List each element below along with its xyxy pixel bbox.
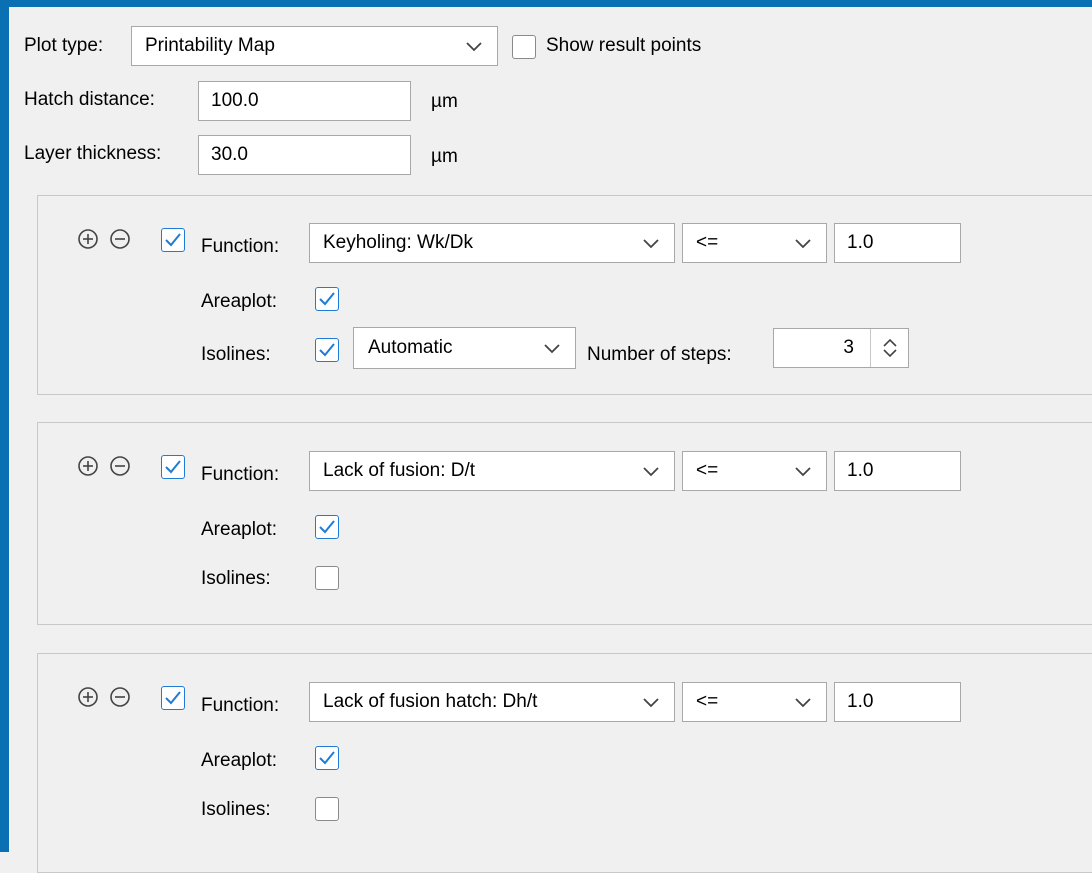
- condition-1-operator-dropdown[interactable]: <=: [682, 223, 827, 263]
- hatch-distance-unit: µm: [431, 91, 458, 112]
- layer-thickness-unit: µm: [431, 146, 458, 167]
- condition-2-enabled-checkbox[interactable]: [161, 455, 185, 479]
- chevron-down-icon: [544, 344, 560, 354]
- layer-thickness-value: 30.0: [211, 144, 248, 165]
- condition-1-value-input[interactable]: 1.0: [834, 223, 961, 263]
- show-result-points-label: Show result points: [546, 35, 702, 56]
- isolines-label: Isolines:: [201, 568, 271, 589]
- plot-type-label: Plot type:: [24, 35, 104, 56]
- condition-1-number-of-steps-value: 3: [843, 337, 854, 358]
- condition-1-isolines-mode-dropdown[interactable]: Automatic: [353, 327, 576, 369]
- condition-3-enabled-checkbox[interactable]: [161, 686, 185, 710]
- condition-1-function-dropdown[interactable]: Keyholing: Wk/Dk: [309, 223, 675, 263]
- condition-1-number-of-steps-spinner[interactable]: 3: [773, 328, 909, 368]
- condition-2-function-dropdown[interactable]: Lack of fusion: D/t: [309, 451, 675, 491]
- hatch-distance-label: Hatch distance:: [24, 89, 155, 110]
- condition-3-operator-dropdown[interactable]: <=: [682, 682, 827, 722]
- chevron-down-icon: [795, 467, 811, 477]
- condition-3-value-input[interactable]: 1.0: [834, 682, 961, 722]
- function-label: Function:: [201, 236, 280, 257]
- condition-1-operator-value: <=: [696, 232, 719, 253]
- checkmark-icon: [165, 460, 181, 474]
- condition-1-value: 1.0: [847, 232, 874, 253]
- condition-2-isolines-checkbox[interactable]: [315, 566, 339, 590]
- areaplot-label: Areaplot:: [201, 291, 278, 312]
- areaplot-label: Areaplot:: [201, 519, 278, 540]
- minus-circle-icon[interactable]: [109, 686, 131, 708]
- isolines-label: Isolines:: [201, 344, 271, 365]
- checkmark-icon: [319, 292, 335, 306]
- hatch-distance-input[interactable]: 100.0: [198, 81, 411, 121]
- condition-2-function-value: Lack of fusion: D/t: [323, 460, 476, 481]
- chevron-down-icon: [466, 42, 482, 52]
- show-result-points-checkbox[interactable]: [512, 35, 536, 59]
- condition-1-areaplot-checkbox[interactable]: [315, 287, 339, 311]
- plot-type-value: Printability Map: [145, 35, 275, 56]
- condition-3-value: 1.0: [847, 691, 874, 712]
- plus-circle-icon[interactable]: [77, 228, 99, 250]
- condition-1-isolines-checkbox[interactable]: [315, 338, 339, 362]
- chevron-down-icon: [795, 239, 811, 249]
- checkmark-icon: [165, 233, 181, 247]
- function-label: Function:: [201, 464, 280, 485]
- condition-3-areaplot-checkbox[interactable]: [315, 746, 339, 770]
- areaplot-label: Areaplot:: [201, 750, 278, 771]
- spinner-buttons[interactable]: [870, 329, 908, 367]
- checkmark-icon: [319, 751, 335, 765]
- up-down-chevron-icon: [883, 338, 897, 358]
- checkmark-icon: [319, 343, 335, 357]
- hatch-distance-value: 100.0: [211, 90, 259, 111]
- minus-circle-icon[interactable]: [109, 228, 131, 250]
- condition-2-operator-value: <=: [696, 460, 719, 481]
- condition-2-value-input[interactable]: 1.0: [834, 451, 961, 491]
- condition-2-operator-dropdown[interactable]: <=: [682, 451, 827, 491]
- plus-circle-icon[interactable]: [77, 686, 99, 708]
- plot-type-dropdown[interactable]: Printability Map: [131, 26, 498, 66]
- chevron-down-icon: [795, 698, 811, 708]
- checkmark-icon: [165, 691, 181, 705]
- condition-3-isolines-checkbox[interactable]: [315, 797, 339, 821]
- condition-1-isolines-mode-value: Automatic: [368, 337, 453, 358]
- condition-1-enabled-checkbox[interactable]: [161, 228, 185, 252]
- window-frame-top: [0, 0, 1092, 7]
- chevron-down-icon: [643, 467, 659, 477]
- number-of-steps-label: Number of steps:: [587, 344, 732, 365]
- condition-3-operator-value: <=: [696, 691, 719, 712]
- function-label: Function:: [201, 695, 280, 716]
- condition-3-function-dropdown[interactable]: Lack of fusion hatch: Dh/t: [309, 682, 675, 722]
- condition-2-areaplot-checkbox[interactable]: [315, 515, 339, 539]
- condition-1-function-value: Keyholing: Wk/Dk: [323, 232, 473, 253]
- minus-circle-icon[interactable]: [109, 455, 131, 477]
- isolines-label: Isolines:: [201, 799, 271, 820]
- condition-3-function-value: Lack of fusion hatch: Dh/t: [323, 691, 538, 712]
- chevron-down-icon: [643, 698, 659, 708]
- window-frame-left: [0, 0, 9, 852]
- condition-2-value: 1.0: [847, 460, 874, 481]
- layer-thickness-input[interactable]: 30.0: [198, 135, 411, 175]
- checkmark-icon: [319, 520, 335, 534]
- layer-thickness-label: Layer thickness:: [24, 143, 162, 164]
- chevron-down-icon: [643, 239, 659, 249]
- plus-circle-icon[interactable]: [77, 455, 99, 477]
